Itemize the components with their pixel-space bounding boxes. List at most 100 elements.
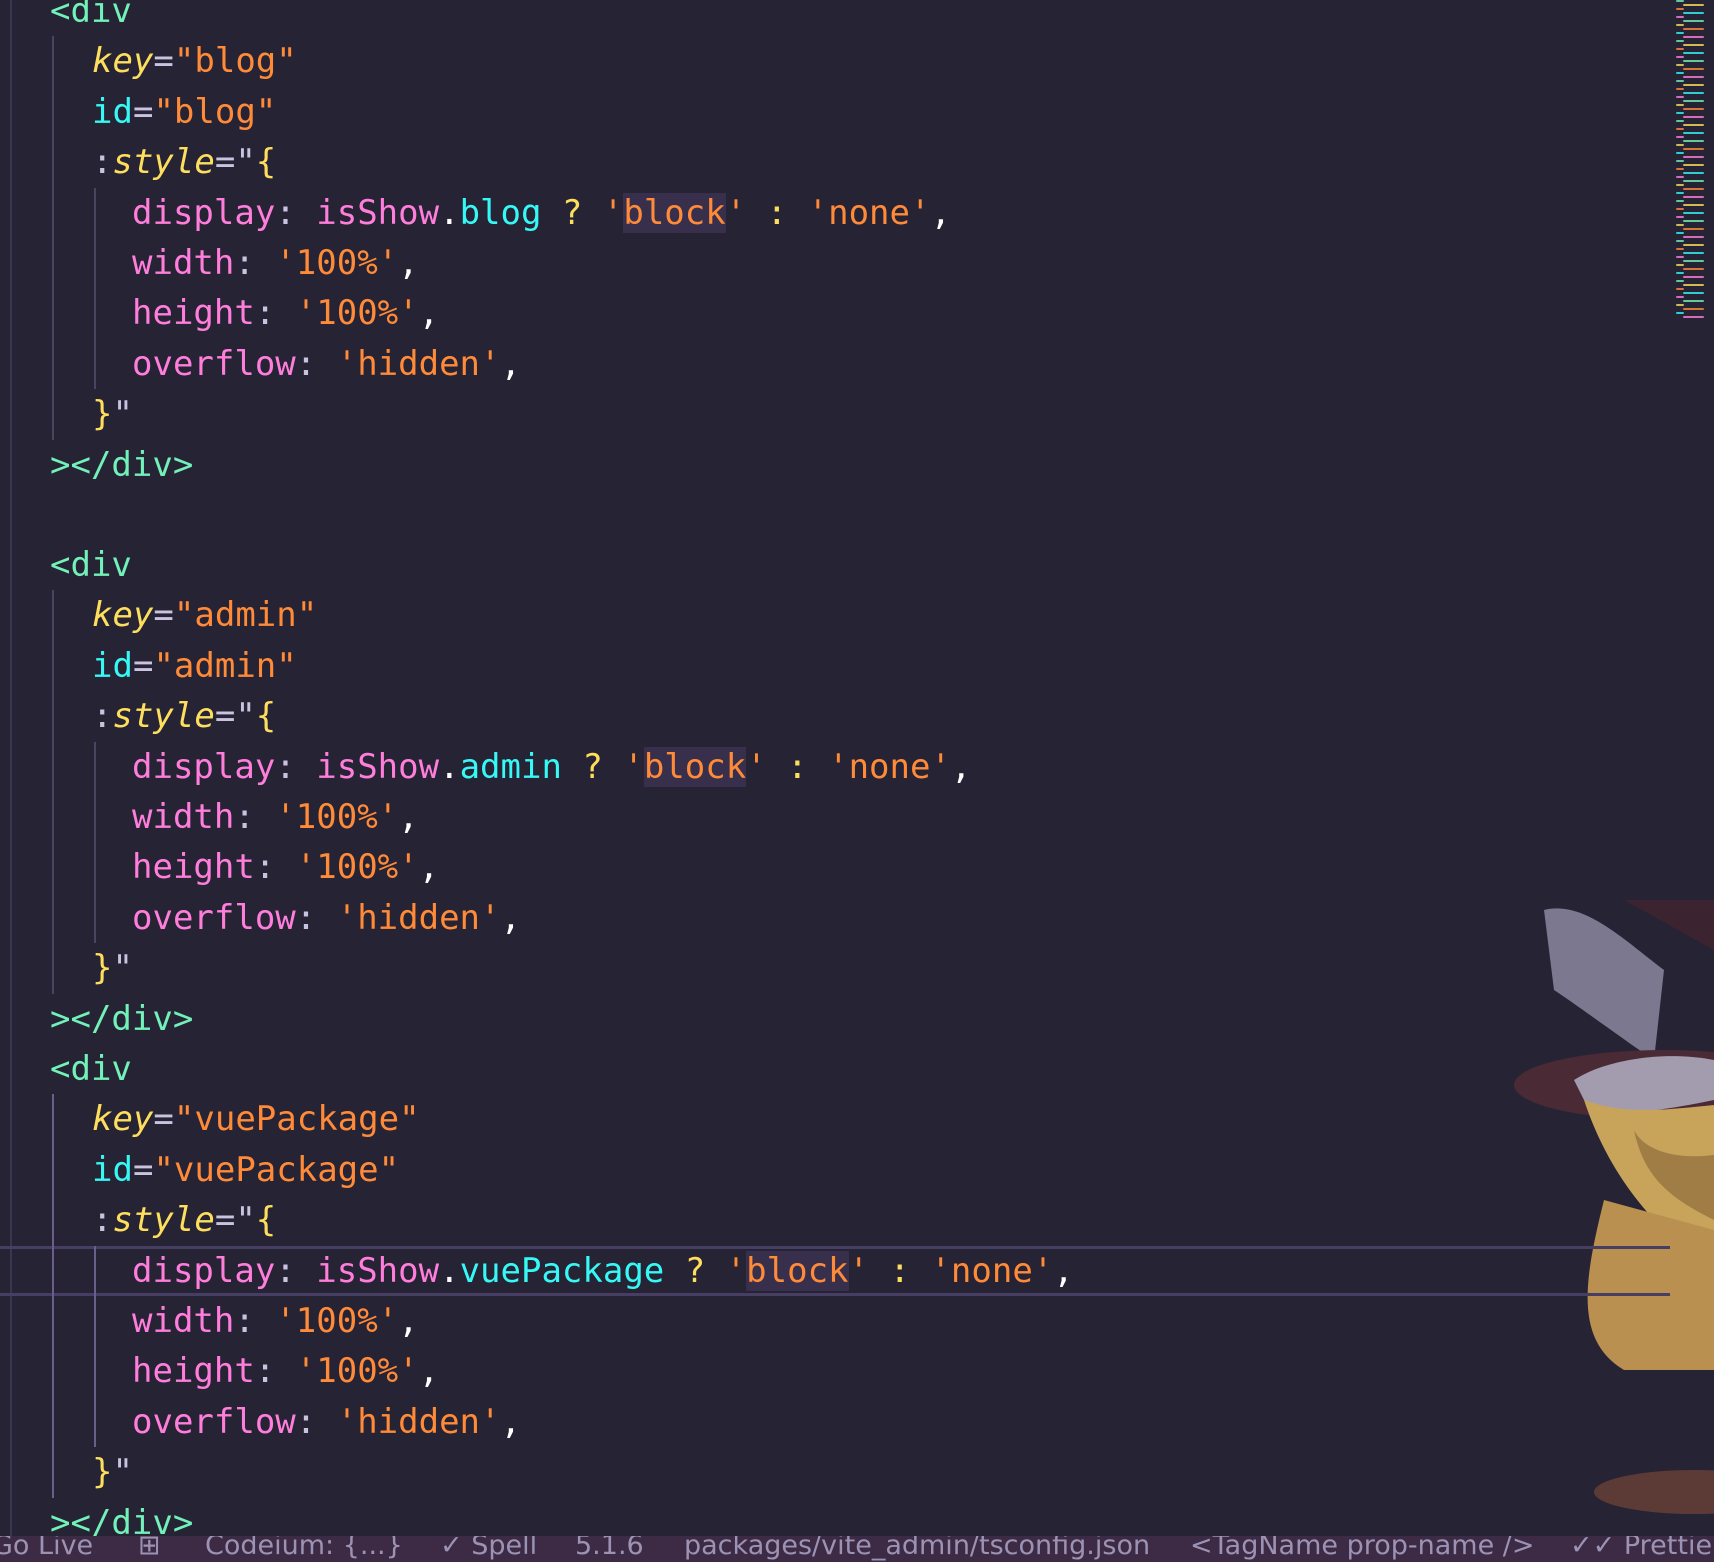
attr-value: "vuePackage" <box>153 1149 400 1190</box>
code-line-style[interactable]: :style="{ <box>0 691 1714 741</box>
prettier-label: Prettier <box>1623 1536 1714 1561</box>
typescript-version[interactable]: 5.1.6 <box>575 1536 644 1562</box>
comma: , <box>500 343 521 384</box>
code-line-display[interactable]: display: isShow.vuePackage ? 'block' : '… <box>0 1245 1670 1296</box>
ternary-colon: : <box>766 746 829 787</box>
tag-close: ></div> <box>50 444 194 485</box>
code-line-overflow[interactable]: overflow: 'hidden', <box>0 339 1714 389</box>
indent-guide <box>52 36 54 440</box>
open-brace: { <box>255 1200 277 1241</box>
comma: , <box>950 746 972 787</box>
css-property: height <box>132 293 255 334</box>
code-line-id[interactable]: id="admin" <box>0 641 1714 691</box>
ternary-colon: : <box>869 1250 931 1291</box>
colon: : <box>234 797 276 837</box>
open-brace: { <box>255 696 277 737</box>
member-name: admin <box>459 746 562 787</box>
code-line-height[interactable]: height: '100%', <box>0 1346 1714 1396</box>
comma: , <box>500 897 521 938</box>
dot: . <box>439 746 460 787</box>
string-value: 'hidden' <box>336 897 501 938</box>
tag-name-format[interactable]: <TagName prop-name /> <box>1190 1536 1535 1562</box>
colon: : <box>275 192 317 233</box>
code-line-style[interactable]: :style="{ <box>0 1195 1714 1245</box>
code-line-key[interactable]: key="blog" <box>0 36 1714 86</box>
close-quote: " <box>112 948 133 989</box>
css-property: width <box>132 797 235 837</box>
go-live-button[interactable]: Go Live <box>0 1536 93 1562</box>
tag-open: <div <box>50 545 132 585</box>
string-value: '100%' <box>295 1351 419 1392</box>
member-name: vuePackage <box>459 1250 665 1291</box>
string-value: '100%' <box>275 243 399 283</box>
string-value: '100%' <box>275 797 399 837</box>
tag-close: ></div> <box>50 998 194 1039</box>
code-line-width[interactable]: width: '100%', <box>0 792 1714 842</box>
colon: : <box>254 1351 296 1392</box>
open-brace: { <box>255 142 277 183</box>
code-line-width[interactable]: width: '100%', <box>0 238 1714 288</box>
code-line-div-close[interactable]: ></div> <box>0 440 1714 490</box>
colon: : <box>275 746 317 787</box>
code-line-id[interactable]: id="vuePackage" <box>0 1145 1714 1195</box>
colon: : <box>295 343 337 384</box>
code-line-close-brace[interactable]: }" <box>0 1447 1714 1497</box>
code-line-display[interactable]: display: isShow.admin ? 'block' : 'none'… <box>0 742 1714 792</box>
code-line-height[interactable]: height: '100%', <box>0 842 1714 892</box>
colon: : <box>92 696 113 737</box>
colon: : <box>234 1301 276 1341</box>
string-value: 'hidden' <box>336 1401 501 1442</box>
attr-value: "vuePackage" <box>173 1099 420 1140</box>
quote: ' <box>602 192 624 233</box>
attr-name: style <box>112 1200 215 1241</box>
tag-open: <div <box>50 1049 132 1089</box>
equals-sign: = <box>132 645 154 686</box>
attr-value: "blog" <box>173 41 297 82</box>
code-line-height[interactable]: height: '100%', <box>0 288 1714 338</box>
code-line-div-open[interactable]: <div <box>0 0 1714 36</box>
css-property: display <box>132 1250 276 1291</box>
css-property: height <box>132 1351 255 1392</box>
code-line-close-brace[interactable]: }" <box>0 943 1714 993</box>
code-line-overflow[interactable]: overflow: 'hidden', <box>0 893 1714 943</box>
code-line-style[interactable]: :style="{ <box>0 137 1714 187</box>
code-line-id[interactable]: id="blog" <box>0 87 1714 137</box>
extensions-icon[interactable]: ⊞ <box>138 1536 161 1562</box>
attr-value: "admin" <box>173 595 318 636</box>
comma: , <box>500 1401 521 1442</box>
equals-quote: =" <box>214 696 256 737</box>
tag-open: <div <box>50 0 132 31</box>
colon: : <box>92 142 113 183</box>
ternary-question: ? <box>561 746 624 787</box>
codeium-status[interactable]: Codeium: {...} <box>205 1536 403 1562</box>
attr-name: id <box>92 91 133 132</box>
indent-guide <box>94 187 96 390</box>
spell-check-button[interactable]: ✓ Spell <box>440 1536 537 1562</box>
code-line-key[interactable]: key="admin" <box>0 590 1714 640</box>
code-line-display[interactable]: display: isShow.blog ? 'block' : 'none', <box>0 188 1714 238</box>
attr-value: "admin" <box>153 645 297 686</box>
colon: : <box>295 897 337 938</box>
indent-guide <box>52 1094 54 1498</box>
string-value: 'none' <box>807 192 931 233</box>
code-line-div-open[interactable]: <div <box>0 540 1714 590</box>
code-line-close-brace[interactable]: }" <box>0 389 1714 439</box>
comma: , <box>418 847 440 888</box>
close-quote: " <box>112 1452 133 1493</box>
code-line-div-open[interactable]: <div <box>0 1044 1714 1094</box>
equals-sign: = <box>153 1099 174 1140</box>
string-value: 'hidden' <box>336 343 501 384</box>
code-line-div-close[interactable]: ></div> <box>0 994 1714 1044</box>
close-brace: } <box>92 394 113 435</box>
code-line-div-close[interactable]: ></div> <box>0 1498 1714 1536</box>
code-line-overflow[interactable]: overflow: 'hidden', <box>0 1397 1714 1447</box>
string-value: '100%' <box>275 1301 399 1341</box>
css-property: display <box>132 746 276 787</box>
attr-value: "blog" <box>153 91 277 132</box>
prettier-button[interactable]: ✓✓ Prettier <box>1570 1536 1714 1562</box>
code-line-width[interactable]: width: '100%', <box>0 1296 1714 1346</box>
code-line-key[interactable]: key="vuePackage" <box>0 1094 1714 1144</box>
tsconfig-path[interactable]: packages/vite_admin/tsconfig.json <box>684 1536 1150 1562</box>
object-name: isShow <box>316 746 440 787</box>
code-editor[interactable]: <div key="blog" id="blog":style="{display:… <box>0 0 1714 1536</box>
